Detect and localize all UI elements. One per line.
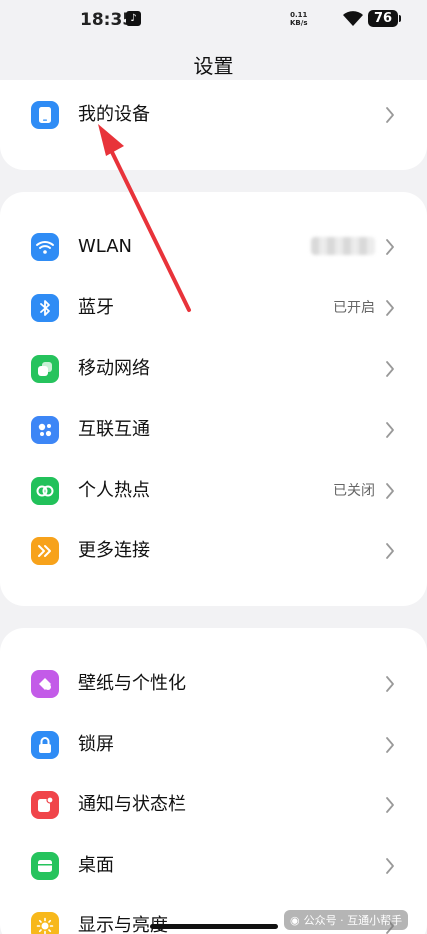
page-title: 设置 bbox=[193, 54, 234, 78]
chevron-right-icon bbox=[386, 676, 394, 692]
wlan-label: WLAN bbox=[78, 236, 133, 257]
chevron-right-icon bbox=[386, 422, 394, 438]
chevron-right-icon bbox=[386, 737, 394, 753]
wifi-icon bbox=[31, 233, 59, 261]
notification-label: 通知与状态栏 bbox=[78, 794, 186, 815]
chevron-right-icon bbox=[386, 107, 394, 123]
chevron-right-icon bbox=[386, 361, 394, 377]
wallpaper-row[interactable]: 壁纸与个性化 bbox=[0, 656, 427, 712]
wallpaper-label: 壁纸与个性化 bbox=[78, 673, 186, 694]
interconnect-icon bbox=[31, 416, 59, 444]
connectivity-card: WLAN 蓝牙 已开启 移动网络 互联互通 个人热点 已关闭 更多连接 bbox=[0, 192, 427, 606]
mobile-network-row[interactable]: 移动网络 bbox=[0, 341, 427, 397]
phone-icon bbox=[31, 101, 59, 129]
lock-screen-label: 锁屏 bbox=[78, 734, 114, 755]
hotspot-label: 个人热点 bbox=[78, 480, 150, 501]
watermark-text: 公众号 · 互通小帮手 bbox=[303, 914, 403, 927]
hotspot-status: 已关闭 bbox=[333, 483, 375, 499]
mobile-network-label: 移动网络 bbox=[78, 358, 150, 379]
chevron-right-icon bbox=[386, 858, 394, 874]
bluetooth-icon bbox=[31, 294, 59, 322]
desktop-icon bbox=[31, 852, 59, 880]
notification-icon bbox=[31, 791, 59, 819]
wlan-row[interactable]: WLAN bbox=[0, 219, 427, 275]
chevron-right-icon bbox=[386, 797, 394, 813]
bluetooth-label: 蓝牙 bbox=[78, 297, 114, 318]
more-connections-label: 更多连接 bbox=[78, 540, 150, 561]
tiktok-icon: ♪ bbox=[126, 11, 141, 26]
brightness-icon bbox=[31, 912, 59, 934]
lock-screen-row[interactable]: 锁屏 bbox=[0, 717, 427, 773]
interconnect-label: 互联互通 bbox=[78, 419, 150, 440]
chevron-right-icon bbox=[386, 300, 394, 316]
hotspot-icon bbox=[31, 477, 59, 505]
network-speed-value: 0.11 bbox=[290, 11, 308, 19]
desktop-row[interactable]: 桌面 bbox=[0, 838, 427, 894]
wifi-signal-icon bbox=[343, 11, 363, 26]
interconnect-row[interactable]: 互联互通 bbox=[0, 402, 427, 458]
chevron-right-icon bbox=[386, 543, 394, 559]
lock-icon bbox=[31, 731, 59, 759]
more-connections-icon bbox=[31, 537, 59, 565]
battery-indicator: 76 bbox=[368, 10, 401, 27]
display-brightness-label: 显示与亮度 bbox=[78, 915, 168, 934]
my-device-label: 我的设备 bbox=[78, 104, 150, 125]
hotspot-row[interactable]: 个人热点 已关闭 bbox=[0, 463, 427, 519]
network-speed-unit: KB/s bbox=[290, 19, 308, 27]
mobile-network-icon bbox=[31, 355, 59, 383]
desktop-label: 桌面 bbox=[78, 855, 114, 876]
watermark: ◉ 公众号 · 互通小帮手 bbox=[284, 910, 409, 930]
status-bar: 18:35 ♪ 0.11 KB/s 76 bbox=[0, 0, 427, 40]
home-indicator[interactable] bbox=[150, 924, 278, 929]
more-connections-row[interactable]: 更多连接 bbox=[0, 523, 427, 579]
my-device-card: 我的设备 bbox=[0, 80, 427, 170]
chevron-right-icon bbox=[386, 239, 394, 255]
my-device-row[interactable]: 我的设备 bbox=[0, 87, 427, 143]
chevron-right-icon bbox=[386, 483, 394, 499]
wlan-network-name-redacted bbox=[311, 237, 375, 255]
wechat-icon: ◉ bbox=[290, 913, 300, 927]
personalization-card: 壁纸与个性化 锁屏 通知与状态栏 桌面 显示与亮度 bbox=[0, 628, 427, 934]
notification-row[interactable]: 通知与状态栏 bbox=[0, 777, 427, 833]
bluetooth-row[interactable]: 蓝牙 已开启 bbox=[0, 280, 427, 336]
bluetooth-status: 已开启 bbox=[333, 300, 375, 316]
wallpaper-icon bbox=[31, 670, 59, 698]
network-speed: 0.11 KB/s bbox=[290, 11, 307, 27]
